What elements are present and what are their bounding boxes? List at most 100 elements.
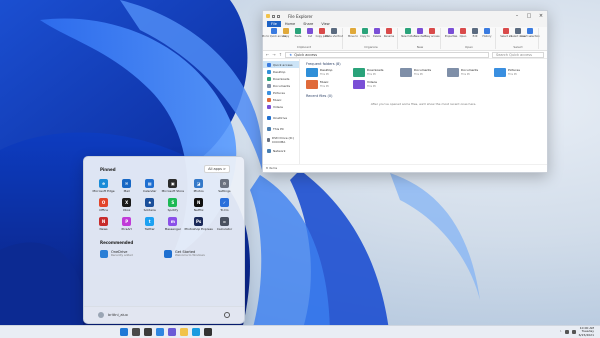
taskbar-widgets-icon[interactable] xyxy=(156,328,164,336)
taskbar-edge-icon[interactable] xyxy=(192,328,200,336)
ribbon-button-properties[interactable]: Properties xyxy=(445,28,457,38)
close-button[interactable]: × xyxy=(535,11,547,21)
app-tile-calendar[interactable]: ▦ Calendar xyxy=(138,179,161,193)
app-label: Spotify xyxy=(167,208,179,213)
power-icon[interactable] xyxy=(224,312,230,318)
netflix-icon: N xyxy=(194,198,204,208)
nav-item-network[interactable]: Network xyxy=(263,147,299,154)
app-tile-solitaire[interactable]: ♠ Solitaire xyxy=(138,198,161,212)
ribbon-button-paste-shortcut[interactable]: Paste shortcut xyxy=(325,28,343,38)
ribbon-button-new-folder[interactable]: New folder xyxy=(401,28,415,38)
app-tile-calculator[interactable]: = Calculator xyxy=(213,217,236,231)
app-tile-office[interactable]: O Office xyxy=(92,198,115,212)
save-icon[interactable] xyxy=(272,14,275,18)
taskbar-store-icon[interactable] xyxy=(204,328,212,336)
volume-icon[interactable] xyxy=(571,330,576,335)
clock[interactable]: 10:00 AM Tuesday 6/15/2021 xyxy=(579,326,594,337)
nav-item-documents[interactable]: Documents xyxy=(263,82,299,89)
ribbon-button-select-all[interactable]: Select all xyxy=(500,28,512,38)
ribbon-button-label: Copy to xyxy=(360,35,370,38)
ribbon-button-move-to[interactable]: Move to xyxy=(348,28,358,38)
folder-tile-documents[interactable]: Documents This PC xyxy=(400,68,447,77)
minimize-button[interactable]: – xyxy=(511,11,523,21)
all-apps-button[interactable]: All apps > xyxy=(204,165,230,173)
select-all-icon xyxy=(503,28,509,34)
nav-item-music[interactable]: Music xyxy=(263,96,299,103)
tab-home[interactable]: Home xyxy=(281,21,299,27)
folder-location: This PC xyxy=(320,84,330,88)
taskbar-file-explorer-icon[interactable] xyxy=(180,328,188,336)
app-tile-to-do[interactable]: ✓ To Do xyxy=(213,198,236,212)
ribbon-button-open[interactable]: Open xyxy=(458,28,468,38)
tab-view[interactable]: View xyxy=(317,21,333,27)
this-pc-icon xyxy=(267,126,271,131)
network-icon[interactable] xyxy=(564,330,569,335)
undo-icon[interactable] xyxy=(277,14,280,18)
nav-item-onedrive[interactable]: OneDrive xyxy=(263,114,299,121)
folder-tile-downloads[interactable]: Downloads This PC xyxy=(353,68,400,77)
folder-tile-videos[interactable]: Videos This PC xyxy=(353,80,400,89)
nav-item-this-pc[interactable]: This PC xyxy=(263,125,299,132)
folder-tile-pictures[interactable]: Pictures This PC xyxy=(494,68,541,77)
nav-item-videos[interactable]: Videos xyxy=(263,103,299,110)
forward-icon[interactable]: → xyxy=(272,52,275,57)
app-tile-xbox[interactable]: X Xbox xyxy=(115,198,138,212)
ribbon-button-pin-to-quick-access[interactable]: Pin to Quick access xyxy=(262,28,286,38)
address-bar[interactable]: ★ Quick access xyxy=(285,51,489,58)
taskbar-task-view-icon[interactable] xyxy=(144,328,152,336)
avatar[interactable] xyxy=(98,312,104,318)
frequent-folders-header[interactable]: Frequent folders (8) xyxy=(306,62,541,66)
taskbar-chat-icon[interactable] xyxy=(168,328,176,336)
app-tile-microsoft-store[interactable]: ▣ Microsoft Store xyxy=(161,179,184,193)
back-icon[interactable]: ← xyxy=(266,52,269,57)
ribbon-group-select: Select all Select none Invert selection Sel… xyxy=(498,28,540,49)
folder-tile-documents[interactable]: Documents This PC xyxy=(447,68,494,77)
user-name[interactable]: brittni_aiuo xyxy=(108,313,128,317)
app-tile-twitter[interactable]: t Twitter xyxy=(138,217,161,231)
ribbon-button-invert-selection[interactable]: Invert selection xyxy=(520,28,540,38)
app-tile-netflix[interactable]: N Netflix xyxy=(184,198,212,212)
recent-files-header[interactable]: Recent files (0) xyxy=(306,94,541,98)
nav-item-pictures[interactable]: Pictures xyxy=(263,89,299,96)
folder-tile-music[interactable]: Music This PC xyxy=(306,80,353,89)
explorer-titlebar[interactable]: File Explorer – □ × xyxy=(263,11,547,21)
recommended-item-get-started[interactable]: Get Started Welcome to Windows xyxy=(164,249,228,258)
nav-item-downloads[interactable]: Downloads xyxy=(263,75,299,82)
app-tile-photoshop-express[interactable]: Ps Photoshop Express xyxy=(184,217,213,231)
app-tile-messenger[interactable]: m Messenger xyxy=(161,217,184,231)
ribbon-button-easy-access[interactable]: Easy access xyxy=(424,28,440,38)
ribbon-button-cut[interactable]: Cut xyxy=(305,28,315,38)
ribbon-button-copy[interactable]: Copy xyxy=(281,28,291,38)
ribbon-button-copy-to[interactable]: Copy to xyxy=(360,28,370,38)
tab-share[interactable]: Share xyxy=(299,21,317,27)
maximize-button[interactable]: □ xyxy=(523,11,535,21)
app-tile-photos[interactable]: ◪ Photos xyxy=(184,179,212,193)
ribbon-button-history[interactable]: History xyxy=(482,28,492,38)
chevron-up-icon[interactable]: ˄ xyxy=(560,330,562,335)
recommended-item-onedrive[interactable]: OneDrive Recently added xyxy=(100,249,164,258)
taskbar-search-icon[interactable] xyxy=(132,328,140,336)
app-tile-mail[interactable]: ✉ Mail xyxy=(115,179,138,193)
nav-item-desktop[interactable]: Desktop xyxy=(263,68,299,75)
ribbon-button-paste[interactable]: Paste xyxy=(293,28,303,38)
paste-icon xyxy=(295,28,301,34)
app-tile-news[interactable]: N News xyxy=(92,217,115,231)
search-input[interactable]: Search Quick access xyxy=(492,51,544,58)
to-do-icon: ✓ xyxy=(219,198,229,208)
nav-item-label: Desktop xyxy=(273,69,286,74)
ribbon-button-edit[interactable]: Edit xyxy=(470,28,480,38)
folder-tile-desktop[interactable]: Desktop This PC xyxy=(306,68,353,77)
ribbon-button-delete[interactable]: Delete xyxy=(372,28,382,38)
ribbon-button-rename[interactable]: Rename xyxy=(384,28,394,38)
app-tile-microsoft-edge[interactable]: e Microsoft Edge xyxy=(92,179,115,193)
nav-item-label: Music xyxy=(273,97,282,102)
app-tile-picsart[interactable]: P PicsArt xyxy=(115,217,138,231)
app-tile-spotify[interactable]: S Spotify xyxy=(161,198,184,212)
app-tile-settings[interactable]: ⚙ Settings xyxy=(213,179,236,193)
nav-item-quick-access[interactable]: Quick access xyxy=(263,61,299,68)
file-explorer-window[interactable]: File Explorer – □ × File Home Share View… xyxy=(262,10,548,173)
taskbar-start-icon[interactable] xyxy=(120,328,128,336)
up-icon[interactable]: ↑ xyxy=(279,52,282,57)
tab-file[interactable]: File xyxy=(267,21,281,27)
nav-item-dvd-drive-d-cccoma[interactable]: DVD Drive (D:) CCCOMA xyxy=(263,136,299,144)
